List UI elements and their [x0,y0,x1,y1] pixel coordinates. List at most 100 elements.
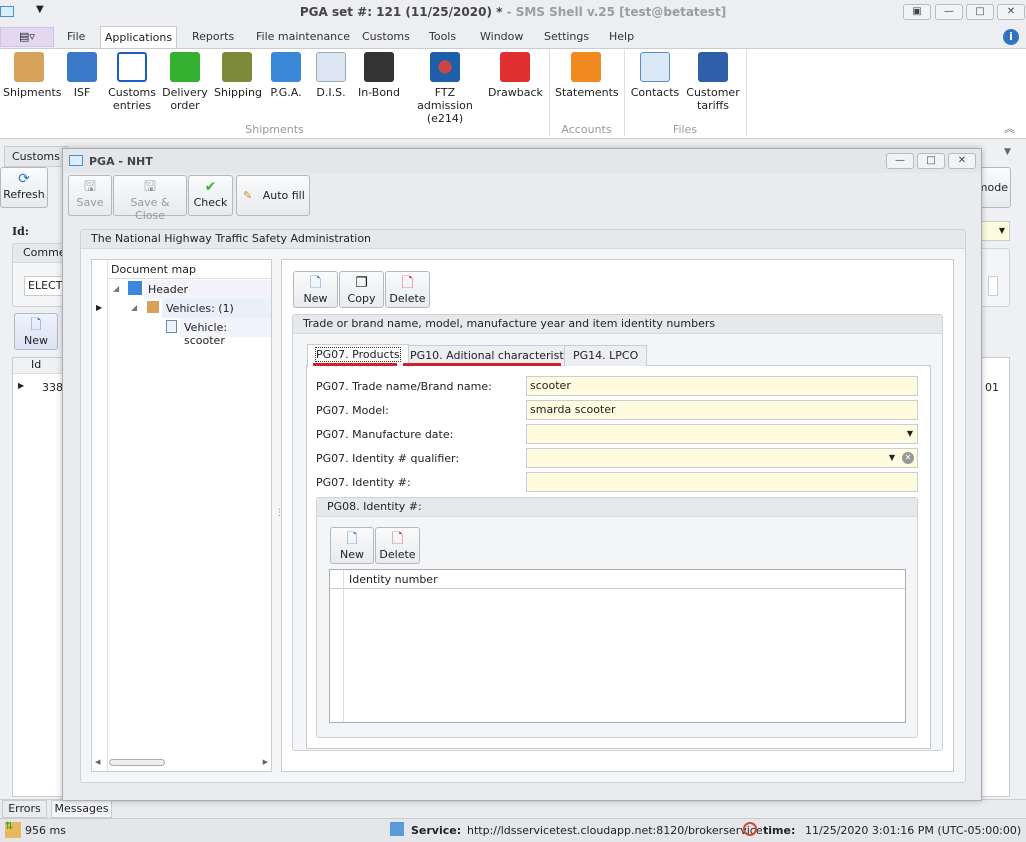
id-label: Id: [12,225,29,238]
pallet-icon [222,52,252,82]
service-icon [390,822,404,836]
ribbon-customer-tariffs[interactable]: Customer tariffs [686,52,740,112]
copy-icon: ❐ [355,275,368,291]
ribbon-in-bond[interactable]: In-Bond [356,52,402,99]
menu-help[interactable]: Help [609,30,634,43]
manufacture-date-label: PG07. Manufacture date: [316,428,454,441]
envelope-icon [316,52,346,82]
delete-document-icon: 🗋 [401,275,414,291]
expand-vehicles-icon[interactable]: ◢ [131,303,137,312]
ribbon-isf[interactable]: ISF [64,52,100,99]
background-new-button[interactable]: 🗋 New [14,313,58,350]
buildings-icon [128,281,142,295]
background-dropdown[interactable]: ▼ [980,221,1010,241]
dialog-maximize-button[interactable]: □ [917,153,945,169]
tabs-dropdown-icon[interactable]: ▼ [1004,147,1011,157]
window-title: PGA set #: 121 (11/25/2020) * [299,5,503,19]
title-bar: PGA set #: 121 (11/25/2020) * - SMS Shel… [0,0,1026,26]
transfer-icon: ⇅ [5,822,21,838]
dialog-minimize-button[interactable]: — [886,153,914,169]
menu-settings[interactable]: Settings [544,30,589,43]
copy-vehicle-button[interactable]: ❐ Copy [339,271,384,308]
menu-file[interactable]: File [67,30,85,43]
identity-qualifier-select[interactable]: ▼ ✕ [526,448,918,468]
time-value: 11/25/2020 3:01:16 PM (UTC-05:00:00) [805,824,1022,837]
ribbon-contacts[interactable]: Contacts [630,52,680,99]
group-label-accounts: Accounts [561,123,612,136]
tab-errors[interactable]: Errors [2,800,47,818]
identity-grid [329,569,906,723]
tab-pg14-lpco[interactable]: PG14. LPCO [564,345,648,366]
document-map-header[interactable]: Document map [108,260,271,279]
column-identity-number[interactable]: Identity number [349,573,438,586]
maximize-button[interactable]: □ [966,4,994,20]
collapse-ribbon-icon[interactable]: ︽ [1004,120,1015,136]
expand-header-icon[interactable]: ◢ [113,284,119,293]
identity-group-title: PG08. Identity #: [317,498,917,517]
grid-header-id[interactable]: Id [13,358,67,374]
background-grid [12,357,67,797]
doc-tab-customs[interactable]: Customs e [4,146,68,167]
trade-name-label: PG07. Trade name/Brand name: [316,380,492,393]
new-identity-button[interactable]: 🗋 New [330,527,374,564]
ribbon-pga[interactable]: P.G.A. [266,52,306,99]
identity-number-input[interactable] [526,472,918,492]
book-icon [698,52,728,82]
background-input-right[interactable] [988,276,998,296]
ribbon-ftz-admission[interactable]: FTZ admission (e214) [408,52,482,125]
save-button[interactable]: 🖫 Save [68,175,112,216]
menu-tab-applications[interactable]: Applications [100,26,177,49]
network-icon [430,52,460,82]
trade-name-input[interactable]: scooter [526,376,918,396]
model-input[interactable]: smarda scooter [526,400,918,420]
manufacture-date-picker[interactable]: ▼ [526,424,918,444]
save-close-icon: 🖫 [144,179,156,195]
divider [746,50,747,136]
ribbon-shipping[interactable]: Shipping [214,52,262,99]
menu-file-maintenance[interactable]: File maintenance [256,30,350,43]
clear-icon: ✕ [902,452,914,464]
menu-reports[interactable]: Reports [192,30,234,43]
row-indicator-icon: ▶ [18,381,25,390]
tab-messages[interactable]: Messages [51,800,112,818]
new-vehicle-button[interactable]: 🗋 New [293,271,338,308]
grid-row-right: 01 [985,381,999,394]
box-icon [147,301,159,313]
save-close-button[interactable]: 🖫 Save & Close [113,175,187,222]
app-menu-button[interactable]: ▤▿ [0,27,54,47]
delete-identity-button[interactable]: 🗋 Delete [375,527,420,564]
refresh-button[interactable]: ⟳ Refresh [0,167,48,208]
minimize-button[interactable]: — [935,4,963,20]
menu-customs[interactable]: Customs [362,30,410,43]
contact-card-icon [640,52,670,82]
locked-folder-icon [67,52,97,82]
delete-vehicle-button[interactable]: 🗋 Delete [385,271,430,308]
drawback-icon [500,52,530,82]
menu-window[interactable]: Window [480,30,523,43]
tree-horizontal-scrollbar[interactable]: ◀ ▶ [93,757,270,769]
clock-icon [743,822,757,836]
ribbon-statements[interactable]: Statements [555,52,619,99]
dialog-title-bar[interactable] [63,149,981,173]
checkmark-icon: ✔ [204,179,217,195]
check-button[interactable]: ✔ Check [188,175,233,216]
tree-node-header[interactable]: Header [144,280,271,299]
fullscreen-button[interactable]: ▣ [903,4,931,20]
refresh-icon: ⟳ [18,171,30,187]
quick-access-dropdown-icon[interactable]: ▼ [36,4,44,15]
tree-node-vehicles[interactable]: Vehicles: (1) [162,299,271,318]
ribbon-delivery-order[interactable]: Delivery order [162,52,208,112]
ribbon-drawback[interactable]: Drawback [488,52,543,99]
ribbon-customs-entries[interactable]: Customs entries [108,52,156,112]
info-icon[interactable]: i [1003,29,1019,45]
auto-fill-button[interactable]: ✎ Auto fill [236,175,310,216]
document-icon [166,320,177,333]
tree-node-vehicle-scooter[interactable]: Vehicle: scooter [180,318,271,347]
save-icon: 🖫 [84,179,96,195]
close-button[interactable]: ✕ [997,4,1025,20]
menu-tools[interactable]: Tools [429,30,456,43]
ribbon-shipments[interactable]: Shipments [3,52,62,99]
dialog-close-button[interactable]: ✕ [948,153,976,169]
annotation-underline [313,363,397,366]
ribbon-dis[interactable]: D.I.S. [312,52,350,99]
